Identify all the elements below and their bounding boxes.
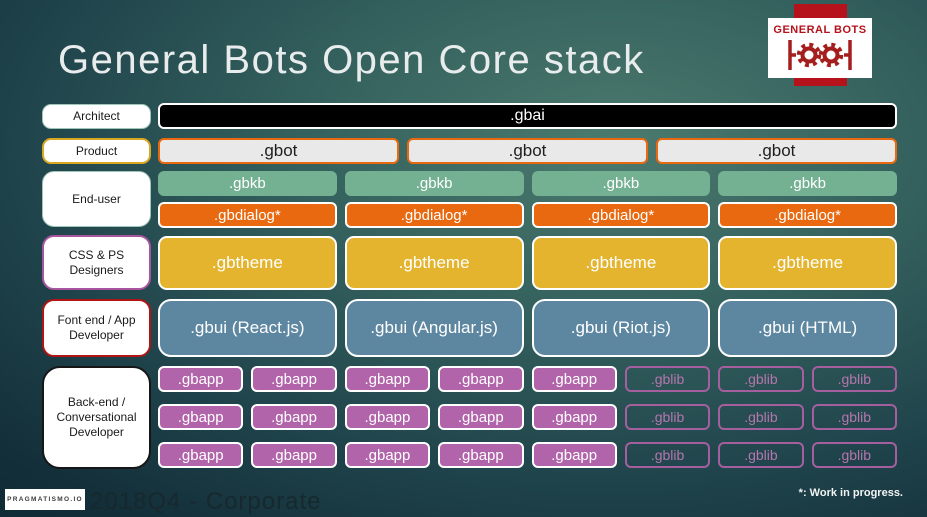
row-gbui: .gbui (React.js) .gbui (Angular.js) .gbu… (158, 299, 897, 357)
gbapp-box: .gbapp (344, 442, 431, 468)
gbapp-box: .gbapp (158, 404, 244, 430)
gbot-box: .gbot (407, 138, 648, 164)
gblib-box: .gblib (718, 366, 804, 392)
gbtheme-box: .gbtheme (531, 236, 711, 290)
row-gbtheme: .gbtheme .gbtheme .gbtheme .gbtheme (158, 236, 897, 290)
gbkb-box: .gbkb (344, 171, 524, 196)
gbapp-box: .gbapp (251, 442, 337, 468)
gbapp-box: .gbapp (344, 404, 431, 430)
gbtheme-box: .gbtheme (344, 236, 524, 290)
gblib-box: .gblib (811, 404, 897, 430)
gbdialog-box: .gbdialog* (344, 202, 524, 228)
gbui-react-box: .gbui (React.js) (158, 299, 337, 357)
gbapp-box: .gbapp (344, 366, 431, 392)
gbapp-box: .gbapp (251, 366, 337, 392)
footer-edition-text: 2018Q4 - Corporate (90, 488, 322, 515)
label-backend-conversational-developer: Back-end / Conversational Developer (42, 366, 151, 469)
gbapp-box: .gbapp (251, 404, 337, 430)
gbdialog-box: .gbdialog* (718, 202, 897, 228)
gbapp-box: .gbapp (531, 366, 617, 392)
row-gbapp-2: .gbapp .gbapp .gbapp .gbapp .gbapp .gbli… (158, 404, 897, 430)
gblib-box: .gblib (811, 442, 897, 468)
row-gbot: .gbot .gbot .gbot (158, 138, 897, 164)
row-gbai: .gbai (158, 103, 897, 129)
label-end-user: End-user (42, 171, 151, 227)
gbapp-box: .gbapp (158, 366, 244, 392)
label-css-ps-designers: CSS & PS Designers (42, 235, 151, 290)
gbapp-box: .gbapp (438, 366, 524, 392)
gbtheme-box: .gbtheme (718, 236, 897, 290)
gblib-box: .gblib (718, 442, 804, 468)
gblib-box: .gblib (624, 442, 711, 468)
gbdialog-box: .gbdialog* (531, 202, 711, 228)
label-frontend-app-developer: Font end / App Developer (42, 299, 151, 357)
gears-icon (788, 39, 852, 70)
gbapp-box: .gbapp (158, 442, 244, 468)
gbui-angular-box: .gbui (Angular.js) (344, 299, 524, 357)
gbot-box: .gbot (656, 138, 897, 164)
gbapp-box: .gbapp (531, 442, 617, 468)
gblib-box: .gblib (718, 404, 804, 430)
page-title: General Bots Open Core stack (58, 38, 645, 82)
gbtheme-box: .gbtheme (158, 236, 337, 290)
row-gbapp-3: .gbapp .gbapp .gbapp .gbapp .gbapp .gbli… (158, 442, 897, 468)
gbui-html-box: .gbui (HTML) (718, 299, 897, 357)
gbkb-box: .gbkb (531, 171, 711, 196)
gbot-box: .gbot (158, 138, 399, 164)
gblib-box: .gblib (624, 404, 711, 430)
general-bots-logo: GENERAL BOTS (768, 18, 872, 78)
row-gbapp-1: .gbapp .gbapp .gbapp .gbapp .gbapp .gbli… (158, 366, 897, 392)
gbkb-box: .gbkb (718, 171, 897, 196)
label-architect: Architect (42, 104, 151, 129)
gbui-riot-box: .gbui (Riot.js) (531, 299, 711, 357)
row-gbkb: .gbkb .gbkb .gbkb .gbkb (158, 171, 897, 196)
gblib-box: .gblib (624, 366, 711, 392)
label-product: Product (42, 138, 151, 164)
gbapp-box: .gbapp (438, 442, 524, 468)
slide: General Bots Open Core stack GENERAL BOT… (0, 0, 927, 517)
gbapp-box: .gbapp (438, 404, 524, 430)
row-gbdialog: .gbdialog* .gbdialog* .gbdialog* .gbdial… (158, 202, 897, 228)
gblib-box: .gblib (811, 366, 897, 392)
pragmatismo-logo: PRAGMATISMO.IO (5, 489, 85, 510)
logo-wordmark: GENERAL BOTS (773, 23, 867, 36)
work-in-progress-note: *: Work in progress. (798, 487, 903, 499)
gbapp-box: .gbapp (531, 404, 617, 430)
gbdialog-box: .gbdialog* (158, 202, 337, 228)
gbai-box: .gbai (158, 103, 897, 129)
gbkb-box: .gbkb (158, 171, 337, 196)
